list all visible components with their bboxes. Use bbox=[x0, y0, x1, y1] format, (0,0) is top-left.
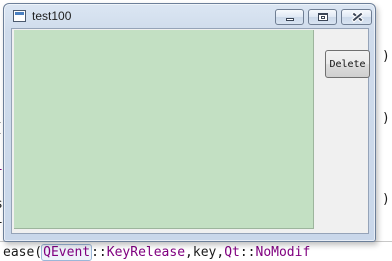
minimize-button[interactable] bbox=[275, 9, 304, 25]
green-list-panel[interactable] bbox=[14, 30, 314, 229]
code-fragment: ) bbox=[382, 192, 390, 207]
code-token: Qt bbox=[224, 245, 240, 260]
code-fragment: ) bbox=[382, 111, 390, 126]
code-token: :: bbox=[91, 245, 107, 260]
code-fragment: ) bbox=[382, 49, 390, 64]
maximize-button[interactable] bbox=[308, 9, 337, 25]
maximize-icon bbox=[309, 10, 336, 24]
minimize-icon bbox=[276, 10, 303, 24]
code-token: :: bbox=[239, 245, 256, 260]
delete-button[interactable]: Delete bbox=[325, 50, 370, 78]
code-token: NoModif bbox=[255, 245, 311, 260]
code-token-highlighted: QEvent bbox=[41, 244, 93, 261]
code-token: KeyRelease bbox=[106, 245, 186, 260]
window-title: test100 bbox=[32, 9, 72, 23]
window-app-icon bbox=[13, 10, 26, 22]
code-line[interactable]: ease(QEvent::KeyRelease,key,Qt::NoModif bbox=[3, 244, 311, 261]
code-token: ease( bbox=[3, 245, 43, 260]
app-window: test100 Delete bbox=[3, 3, 376, 242]
code-token: ,key, bbox=[185, 245, 225, 260]
close-icon bbox=[342, 10, 371, 24]
window-client-area: Delete bbox=[11, 28, 370, 234]
close-button[interactable] bbox=[341, 9, 372, 25]
